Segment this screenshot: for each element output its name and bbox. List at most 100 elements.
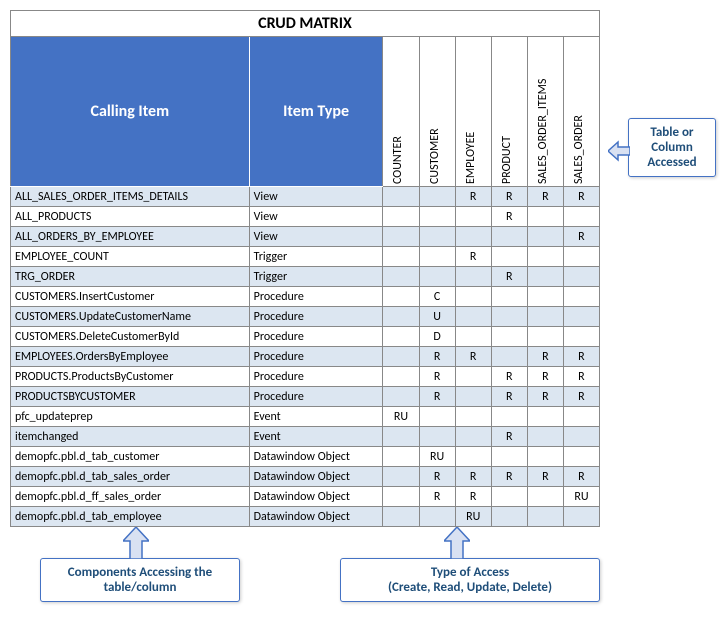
crud-cell: R [419, 487, 455, 507]
item-type-cell: Event [249, 427, 383, 447]
crud-cell [383, 227, 419, 247]
crud-cell [383, 347, 419, 367]
table-row: demopfc.pbl.d_tab_sales_orderDatawindow … [11, 467, 600, 487]
crud-cell [491, 487, 527, 507]
table-row: ALL_ORDERS_BY_EMPLOYEEView R [11, 227, 600, 247]
crud-cell [383, 287, 419, 307]
crud-cell [527, 247, 563, 267]
crud-cell: D [419, 327, 455, 347]
crud-cell [563, 267, 599, 287]
item-type-header: Item Type [249, 37, 383, 187]
table-row: itemchangedEventR [11, 427, 600, 447]
column-header: SALES_ORDER_ITEMS [527, 37, 563, 187]
calling-item-cell: CUSTOMERS.UpdateCustomerName [11, 307, 250, 327]
crud-cell: R [527, 387, 563, 407]
calling-item-cell: TRG_ORDER [11, 267, 250, 287]
crud-cell [419, 227, 455, 247]
column-header-label: PRODUCT [500, 158, 514, 188]
calling-item-cell: EMPLOYEES.OrdersByEmployee [11, 347, 250, 367]
crud-cell: R [455, 187, 491, 207]
crud-cell: R [455, 487, 491, 507]
table-row: CUSTOMERS.InsertCustomerProcedureC [11, 287, 600, 307]
crud-cell [455, 427, 491, 447]
table-row: TRG_ORDERTriggerR [11, 267, 600, 287]
crud-cell [527, 487, 563, 507]
crud-cell [383, 247, 419, 267]
crud-cell: R [527, 347, 563, 367]
calling-item-header: Calling Item [11, 37, 250, 187]
item-type-cell: Trigger [249, 267, 383, 287]
calling-item-cell: demopfc.pbl.d_tab_employee [11, 507, 250, 527]
callout-table-accessed: Table or Column Accessed [628, 118, 716, 177]
table-row: CUSTOMERS.UpdateCustomerNameProcedureU [11, 307, 600, 327]
table-row: ALL_SALES_ORDER_ITEMS_DETAILSViewRRRR [11, 187, 600, 207]
calling-item-cell: CUSTOMERS.InsertCustomer [11, 287, 250, 307]
matrix-title: CRUD MATRIX [11, 11, 600, 37]
crud-cell: R [455, 467, 491, 487]
column-header-label: SALES_ORDER_ITEMS [536, 158, 550, 188]
crud-cell [563, 327, 599, 347]
table-row: demopfc.pbl.d_tab_employeeDatawindow Obj… [11, 507, 600, 527]
crud-cell [383, 487, 419, 507]
crud-cell [455, 287, 491, 307]
crud-cell [491, 507, 527, 527]
item-type-cell: Trigger [249, 247, 383, 267]
calling-item-cell: PRODUCTS.ProductsByCustomer [11, 367, 250, 387]
crud-cell: RU [419, 447, 455, 467]
crud-cell [455, 307, 491, 327]
crud-cell: R [563, 227, 599, 247]
item-type-cell: Procedure [249, 347, 383, 367]
crud-cell [563, 287, 599, 307]
item-type-cell: View [249, 227, 383, 247]
crud-cell [383, 187, 419, 207]
crud-cell [491, 327, 527, 347]
crud-cell [383, 267, 419, 287]
table-row: ALL_PRODUCTSViewR [11, 207, 600, 227]
crud-cell [563, 247, 599, 267]
crud-cell [527, 267, 563, 287]
crud-cell: RU [455, 507, 491, 527]
crud-cell [527, 427, 563, 447]
callout-access-type: Type of Access(Create, Read, Update, Del… [340, 558, 600, 602]
crud-cell: R [527, 367, 563, 387]
callout-line: (Create, Read, Update, Delete) [349, 580, 591, 595]
crud-cell [419, 247, 455, 267]
crud-cell: R [419, 347, 455, 367]
crud-cell: R [563, 187, 599, 207]
table-row: CUSTOMERS.DeleteCustomerByIdProcedureD [11, 327, 600, 347]
item-type-cell: Procedure [249, 287, 383, 307]
crud-cell [419, 267, 455, 287]
column-header: EMPLOYEE [455, 37, 491, 187]
crud-cell [383, 507, 419, 527]
crud-cell [563, 407, 599, 427]
crud-cell [491, 227, 527, 247]
calling-item-cell: CUSTOMERS.DeleteCustomerById [11, 327, 250, 347]
crud-cell [419, 187, 455, 207]
column-header: CUSTOMER [419, 37, 455, 187]
crud-cell: R [455, 347, 491, 367]
crud-cell: R [563, 467, 599, 487]
crud-cell [491, 247, 527, 267]
crud-cell: R [491, 467, 527, 487]
calling-item-cell: ALL_ORDERS_BY_EMPLOYEE [11, 227, 250, 247]
crud-cell: R [527, 187, 563, 207]
crud-cell [527, 447, 563, 467]
column-header-label: SALES_ORDER [572, 158, 586, 188]
crud-cell: RU [563, 487, 599, 507]
crud-cell [455, 447, 491, 467]
crud-cell [383, 387, 419, 407]
crud-cell: R [419, 467, 455, 487]
crud-cell [491, 307, 527, 327]
callout-components: Components Accessing the table/column [40, 558, 240, 602]
crud-cell [491, 407, 527, 427]
crud-cell [491, 287, 527, 307]
column-header: SALES_ORDER [563, 37, 599, 187]
crud-cell [563, 427, 599, 447]
crud-cell [455, 207, 491, 227]
crud-matrix-table: CRUD MATRIX Calling Item Item Type COUNT… [10, 10, 600, 527]
crud-cell: R [491, 367, 527, 387]
item-type-cell: View [249, 207, 383, 227]
item-type-cell: Datawindow Object [249, 487, 383, 507]
crud-cell [563, 307, 599, 327]
item-type-cell: Procedure [249, 387, 383, 407]
